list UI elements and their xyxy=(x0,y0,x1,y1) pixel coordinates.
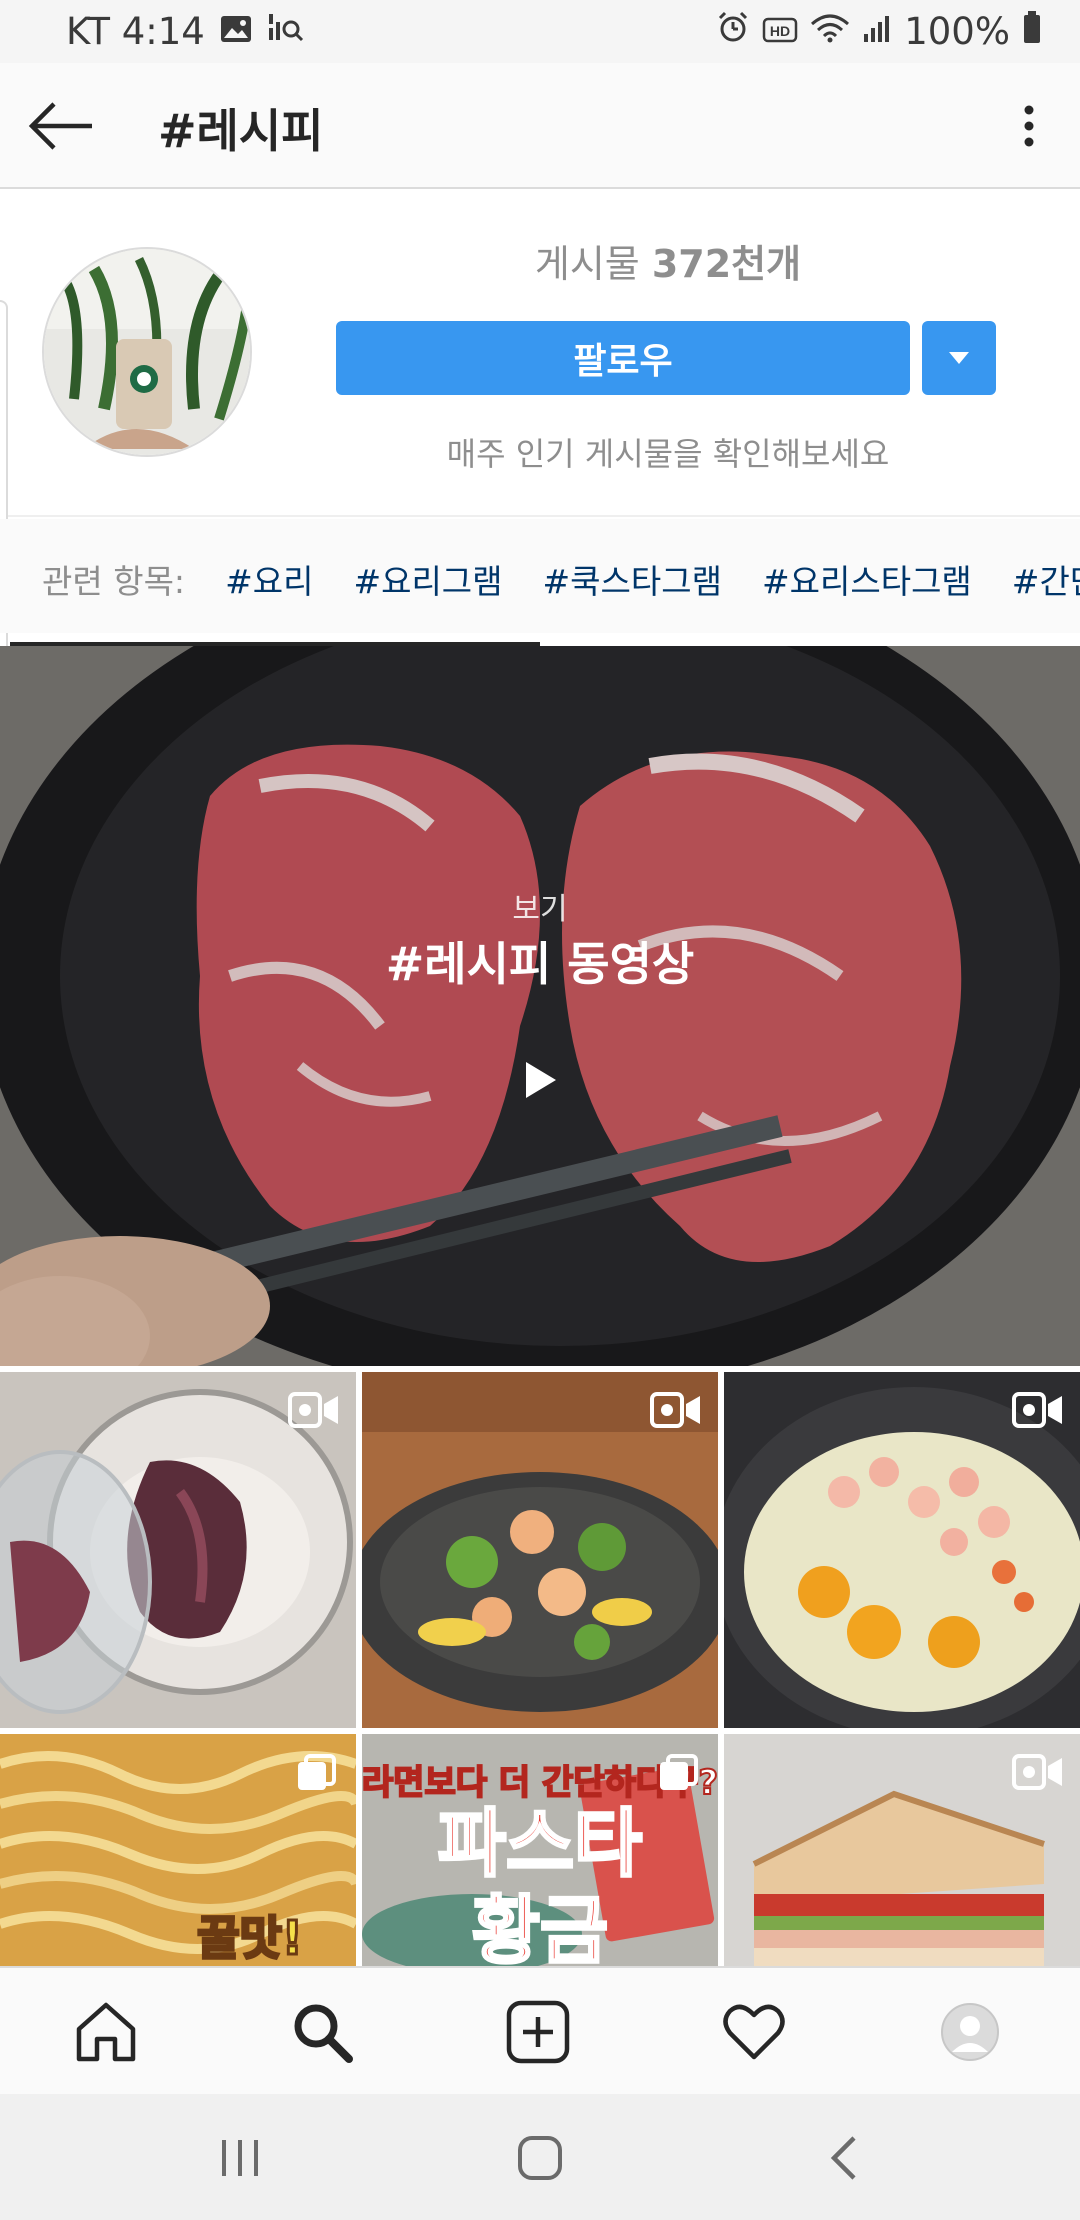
multi-post-icon xyxy=(298,1754,336,1790)
signal-icon xyxy=(862,10,892,53)
featured-subtitle: 보기 xyxy=(512,892,568,927)
video-icon xyxy=(1012,1392,1062,1428)
alarm-icon xyxy=(716,10,750,53)
featured-overlay: 보기 #레시피 동영상 xyxy=(0,646,1080,1366)
follow-dropdown-button[interactable] xyxy=(922,321,996,395)
related-tag[interactable]: #요리그램 xyxy=(353,555,502,603)
multi-post-icon xyxy=(660,1754,698,1790)
bottom-navigation xyxy=(0,1966,1080,2094)
grid-post[interactable] xyxy=(724,1372,1080,1728)
related-label: 관련 항목: xyxy=(42,562,186,601)
post-caption-mid: 파스타 xyxy=(438,1801,642,1887)
nav-profile-button[interactable] xyxy=(928,1990,1012,2074)
post-count-label: 게시물 xyxy=(534,242,640,286)
status-left: KT 4:14 xyxy=(66,10,305,53)
status-bar: KT 4:14 HD 100% xyxy=(0,0,1080,63)
grid-post[interactable]: 꿀맛! xyxy=(0,1734,356,1966)
grid-post[interactable]: 라면보다 더 간단하다구? 파스타 황금 xyxy=(362,1734,718,1966)
battery-icon xyxy=(1022,10,1042,53)
related-tag[interactable]: #요리 xyxy=(225,555,313,603)
related-tag[interactable]: #요리스타그램 xyxy=(762,555,972,603)
post-caption: 꿀맛! xyxy=(197,1911,303,1965)
video-icon xyxy=(650,1392,700,1428)
heart-icon xyxy=(723,2004,785,2060)
grid-post[interactable] xyxy=(724,1734,1080,1966)
related-tag[interactable]: #쿡스타그램 xyxy=(543,555,722,603)
grid-post[interactable] xyxy=(362,1372,718,1728)
play-icon[interactable] xyxy=(524,1060,558,1100)
more-options-button[interactable] xyxy=(1004,93,1054,159)
system-back-icon[interactable] xyxy=(816,2130,876,2186)
nav-activity-button[interactable] xyxy=(712,1990,796,2074)
home-icon xyxy=(76,2002,136,2062)
arrow-left-icon xyxy=(28,102,92,150)
follow-button[interactable]: 팔로우 xyxy=(336,321,910,395)
nav-search-button[interactable] xyxy=(280,1990,364,2074)
image-icon xyxy=(219,10,253,53)
hashtag-avatar xyxy=(42,247,252,457)
featured-video-card[interactable]: 보기 #레시피 동영상 xyxy=(0,646,1080,1366)
nav-home-button[interactable] xyxy=(64,1990,148,2074)
search-icon xyxy=(294,2004,353,2063)
back-button[interactable] xyxy=(26,93,96,159)
system-navigation xyxy=(0,2094,1080,2220)
more-vertical-icon xyxy=(1024,105,1034,147)
carrier-time: KT 4:14 xyxy=(66,10,205,53)
recent-apps-icon[interactable] xyxy=(210,2130,270,2186)
related-tags-bar: 관련 항목: #요리 #요리그램 #쿡스타그램 #요리스타그램 #간단요 xyxy=(0,519,1080,633)
add-post-icon xyxy=(506,2000,570,2064)
status-right: HD 100% xyxy=(716,10,1042,53)
weekly-hint: 매주 인기 게시물을 확인해보세요 xyxy=(446,435,890,473)
page-title: #레시피 xyxy=(158,104,324,158)
search-chart-icon xyxy=(267,10,305,53)
hashtag-profile: 게시물 372천개 팔로우 매주 인기 게시물을 확인해보세요 xyxy=(0,191,1080,517)
svg-text:HD: HD xyxy=(770,23,790,39)
video-icon xyxy=(1012,1754,1062,1790)
app-header: #레시피 xyxy=(0,63,1080,189)
home-button-icon[interactable] xyxy=(510,2130,570,2186)
profile-avatar-icon xyxy=(941,2003,999,2061)
hd-icon: HD xyxy=(762,10,798,53)
battery-label: 100% xyxy=(904,10,1010,53)
post-count: 게시물 372천개 xyxy=(336,233,1000,288)
triangle-down-icon xyxy=(949,352,969,364)
wifi-icon xyxy=(810,10,850,53)
grid-post[interactable] xyxy=(0,1372,356,1728)
related-tag[interactable]: #간단요 xyxy=(1012,555,1080,603)
post-caption-bottom: 황금 xyxy=(472,1888,608,1966)
post-count-value: 372천개 xyxy=(651,242,802,286)
featured-title: #레시피 동영상 xyxy=(385,937,695,991)
nav-add-post-button[interactable] xyxy=(496,1990,580,2074)
video-icon xyxy=(288,1392,338,1428)
